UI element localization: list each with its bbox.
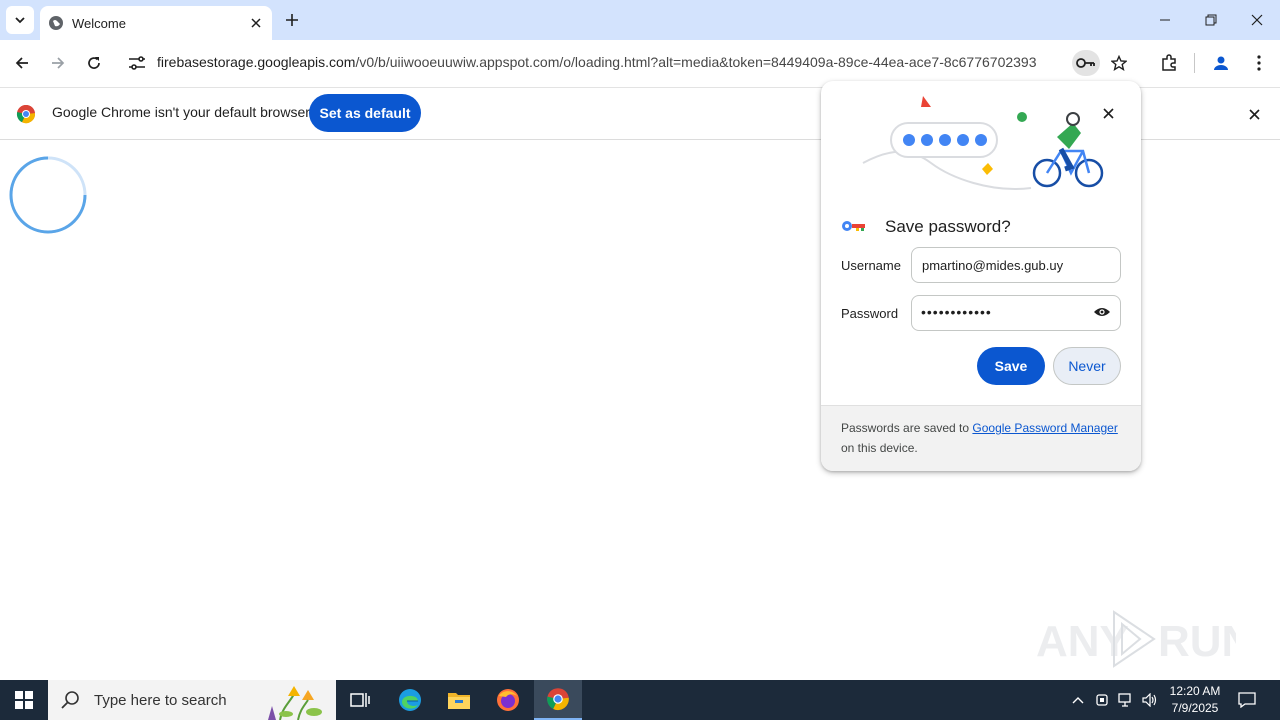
start-button[interactable] bbox=[0, 680, 48, 720]
firefox-icon bbox=[497, 689, 519, 711]
chevron-up-icon bbox=[1072, 697, 1084, 704]
site-settings-icon[interactable] bbox=[127, 54, 147, 72]
password-masked-value: •••••••••••• bbox=[921, 304, 992, 320]
tab-welcome[interactable]: Welcome bbox=[40, 6, 272, 40]
arrow-right-icon bbox=[52, 57, 65, 69]
loading-spinner bbox=[9, 156, 87, 234]
tray-app-icon[interactable] bbox=[1092, 690, 1112, 710]
close-icon bbox=[1102, 107, 1114, 119]
notification-icon bbox=[1238, 692, 1256, 708]
firefox-taskbar-button[interactable] bbox=[484, 680, 532, 720]
tab-title: Welcome bbox=[72, 15, 126, 31]
minimize-icon bbox=[1160, 19, 1170, 21]
set-as-default-button[interactable]: Set as default bbox=[309, 94, 421, 132]
password-illustration bbox=[862, 96, 1104, 190]
extensions-button[interactable] bbox=[1156, 50, 1182, 76]
restore-icon bbox=[1205, 14, 1217, 26]
never-button[interactable]: Never bbox=[1053, 347, 1121, 385]
password-key-icon bbox=[842, 221, 865, 231]
edge-icon bbox=[399, 689, 421, 711]
profile-button[interactable] bbox=[1208, 50, 1234, 76]
toolbar-divider bbox=[1194, 53, 1195, 73]
password-label: Password bbox=[841, 306, 899, 321]
url-host: firebasestorage.googleapis.com bbox=[157, 54, 356, 70]
star-icon bbox=[1111, 55, 1127, 71]
close-icon bbox=[1248, 108, 1260, 120]
close-icon bbox=[1251, 14, 1263, 26]
device-icon bbox=[1096, 694, 1108, 706]
url-path: /v0/b/uiiwooeuuwiw.appspot.com/o/loading… bbox=[355, 54, 1037, 70]
task-view-button[interactable] bbox=[336, 680, 384, 720]
globe-icon bbox=[49, 16, 63, 30]
infobar-close-button[interactable] bbox=[1244, 104, 1264, 124]
person-icon bbox=[1214, 56, 1228, 70]
bubble-title: Save password? bbox=[885, 217, 1011, 236]
back-button[interactable] bbox=[8, 49, 36, 77]
footer-prefix: Passwords are saved to bbox=[841, 421, 973, 435]
tab-search-button[interactable] bbox=[6, 6, 34, 34]
password-manager-link[interactable]: Google Password Manager bbox=[972, 421, 1117, 435]
puzzle-icon bbox=[1162, 54, 1176, 71]
chrome-logo-icon bbox=[16, 104, 35, 124]
bubble-footer: Passwords are saved to Google Password M… bbox=[821, 405, 1141, 471]
network-icon bbox=[1118, 693, 1131, 707]
save-button[interactable]: Save bbox=[977, 347, 1045, 385]
reload-icon bbox=[88, 57, 100, 69]
chevron-down-icon bbox=[15, 17, 25, 24]
save-password-bubble: Save password? Username Password •••••••… bbox=[821, 81, 1141, 471]
chrome-taskbar-button[interactable] bbox=[534, 680, 582, 720]
more-vert-icon bbox=[1257, 55, 1261, 71]
network-button[interactable] bbox=[1116, 690, 1136, 710]
restore-button[interactable] bbox=[1188, 0, 1234, 40]
key-icon bbox=[1076, 58, 1095, 68]
arrow-left-icon bbox=[15, 57, 28, 69]
taskbar-clock[interactable]: 12:20 AM 7/9/2025 bbox=[1160, 683, 1230, 717]
footer-suffix: on this device. bbox=[841, 441, 918, 455]
volume-button[interactable] bbox=[1140, 690, 1160, 710]
plus-icon bbox=[286, 14, 298, 26]
password-key-button[interactable] bbox=[1072, 50, 1100, 76]
search-highlight-flowers-icon bbox=[268, 686, 322, 720]
speaker-icon bbox=[1142, 693, 1157, 707]
menu-button[interactable] bbox=[1246, 50, 1272, 76]
close-icon bbox=[251, 18, 261, 28]
edge-taskbar-button[interactable] bbox=[386, 680, 434, 720]
close-window-button[interactable] bbox=[1234, 0, 1280, 40]
windows-logo-icon bbox=[15, 691, 33, 709]
clock-time: 12:20 AM bbox=[1169, 684, 1221, 698]
notifications-button[interactable] bbox=[1234, 688, 1260, 712]
file-explorer-taskbar-button[interactable] bbox=[435, 680, 483, 720]
username-label: Username bbox=[841, 258, 901, 273]
search-icon bbox=[61, 691, 79, 709]
reload-button[interactable] bbox=[80, 49, 108, 77]
task-view-icon bbox=[350, 693, 370, 707]
username-field[interactable] bbox=[911, 247, 1121, 283]
folder-icon bbox=[448, 693, 470, 709]
clock-date: 7/9/2025 bbox=[1171, 701, 1219, 715]
bookmark-button[interactable] bbox=[1106, 50, 1132, 76]
taskbar-search-placeholder: Type here to search bbox=[94, 691, 227, 709]
minimize-button[interactable] bbox=[1142, 0, 1188, 40]
footer-text: Passwords are saved to Google Password M… bbox=[841, 418, 1131, 458]
forward-button[interactable] bbox=[44, 49, 72, 77]
anyrun-watermark-logo: ANY RUN bbox=[1036, 610, 1236, 668]
url-text[interactable]: firebasestorage.googleapis.com/v0/b/uiiw… bbox=[157, 54, 1037, 70]
infobar-message: Google Chrome isn't your default browser bbox=[52, 104, 310, 120]
bubble-close-button[interactable] bbox=[1098, 103, 1118, 123]
new-tab-button[interactable] bbox=[280, 8, 304, 32]
chrome-icon bbox=[547, 688, 569, 711]
show-hidden-icons-button[interactable] bbox=[1068, 690, 1088, 710]
eye-icon[interactable] bbox=[1093, 306, 1111, 318]
tab-close-button[interactable] bbox=[248, 15, 264, 31]
svg-text:RUN: RUN bbox=[1158, 617, 1236, 666]
